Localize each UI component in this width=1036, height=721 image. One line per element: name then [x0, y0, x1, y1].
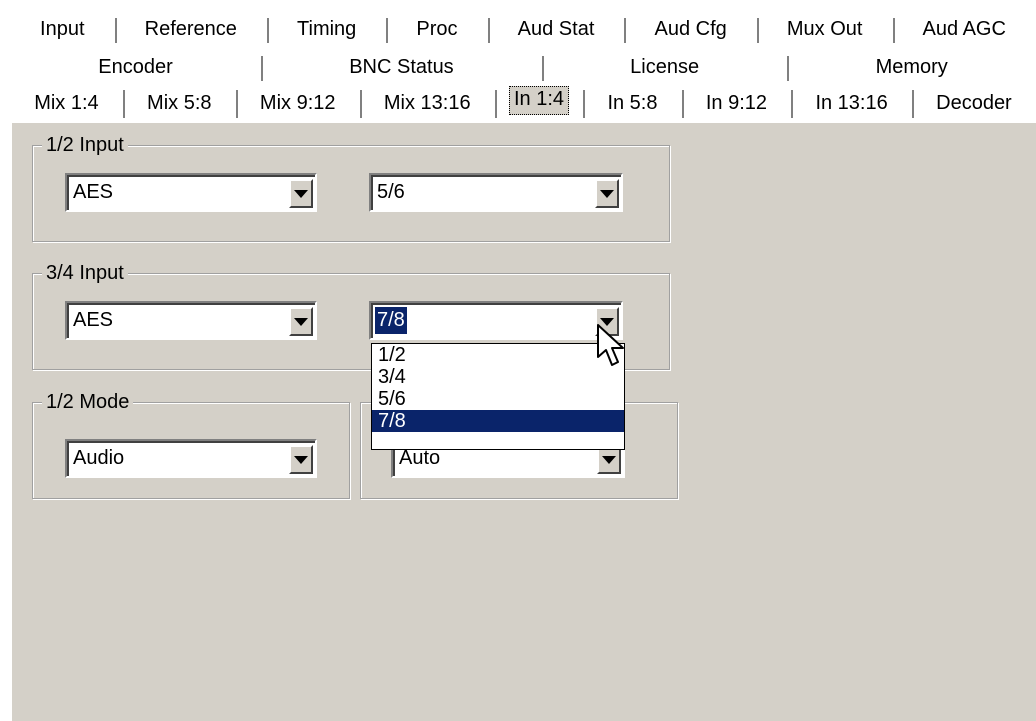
tab-label: Aud AGC [922, 18, 1006, 40]
tab-aud-agc[interactable]: Aud AGC [892, 15, 1036, 44]
tab-aud-stat[interactable]: Aud Stat [487, 15, 625, 44]
dropdown-arrow-button[interactable] [289, 179, 313, 208]
chevron-down-icon [294, 317, 308, 326]
input-1-2-pair-select[interactable]: 5/6 [369, 173, 623, 212]
tab-label: License [630, 56, 700, 78]
dropdown-option-7-8[interactable]: 7/8 [372, 410, 624, 432]
chevron-down-icon [602, 455, 616, 464]
dropdown-arrow-button[interactable] [289, 445, 313, 474]
tab-timing[interactable]: Timing [266, 15, 386, 44]
tab-label: Mix 9:12 [259, 91, 336, 114]
group-legend: 1/2 Mode [42, 390, 134, 414]
tab-label: Mix 1:4 [34, 91, 99, 114]
tab-mix-1-4[interactable]: Mix 1:4 [10, 87, 123, 119]
tab-reference[interactable]: Reference [114, 15, 267, 44]
tab-mix-13-16[interactable]: Mix 13:16 [359, 87, 495, 119]
tab-label: In 1:4 [509, 85, 570, 115]
tab-license[interactable]: License [541, 53, 787, 82]
dropdown-arrow-button[interactable] [595, 179, 619, 208]
tab-mux-out[interactable]: Mux Out [756, 15, 893, 44]
combo-value: Audio [73, 447, 125, 469]
dropdown-option-1-2[interactable]: 1/2 [372, 344, 624, 366]
input-1-2-type-select[interactable]: AES [65, 173, 317, 212]
combo-value: AES [73, 181, 114, 203]
tab-decoder[interactable]: Decoder [911, 87, 1036, 119]
tab-label: Encoder [98, 56, 173, 78]
input-3-4-pair-select[interactable]: 7/8 [369, 301, 623, 340]
tab-encoder[interactable]: Encoder [10, 53, 261, 82]
tab-label: Timing [297, 18, 357, 40]
tab-label: In 13:16 [815, 91, 888, 114]
tab-bnc-status[interactable]: BNC Status [260, 53, 542, 82]
tab-label: Reference [144, 18, 237, 40]
combo-value: AES [73, 309, 114, 331]
tab-row-2: Encoder BNC Status License Memory [10, 53, 1036, 82]
tab-in-13-16[interactable]: In 13:16 [791, 87, 912, 119]
tab-proc[interactable]: Proc [386, 15, 487, 44]
tab-in-1-4[interactable]: In 1:4 [494, 85, 583, 119]
tab-aud-cfg[interactable]: Aud Cfg [624, 15, 756, 44]
chevron-down-icon [600, 189, 614, 198]
dropdown-arrow-button[interactable] [289, 307, 313, 336]
chevron-down-icon [294, 189, 308, 198]
mouse-cursor-icon [597, 324, 624, 366]
tab-memory[interactable]: Memory [787, 53, 1036, 82]
chevron-down-icon [294, 455, 308, 464]
dropdown-option-5-6[interactable]: 5/6 [372, 388, 624, 410]
tab-label: Aud Stat [517, 18, 595, 40]
tab-label: Aud Cfg [654, 18, 727, 40]
tab-in-5-8[interactable]: In 5:8 [583, 87, 681, 119]
tab-mix-9-12[interactable]: Mix 9:12 [235, 87, 360, 119]
input-3-4-type-select[interactable]: AES [65, 301, 317, 340]
tab-label: Decoder [936, 91, 1012, 114]
combo-value: 7/8 [375, 307, 407, 334]
tab-label: Memory [875, 56, 948, 78]
tab-label: Input [40, 18, 85, 40]
tab-in-9-12[interactable]: In 9:12 [681, 87, 792, 119]
tab-label: Mix 13:16 [383, 91, 471, 114]
tab-label: Mix 5:8 [147, 91, 212, 114]
tab-row-3: Mix 1:4 Mix 5:8 Mix 9:12 Mix 13:16 In 1:… [10, 85, 1036, 119]
group-legend: 3/4 Input [42, 261, 128, 285]
mode-1-2-select[interactable]: Audio [65, 439, 317, 478]
tab-mix-5-8[interactable]: Mix 5:8 [122, 87, 236, 119]
tab-label: BNC Status [349, 56, 454, 78]
tab-row-1: Input Reference Timing Proc Aud Stat Aud… [10, 15, 1036, 44]
tab-label: Proc [416, 18, 458, 40]
combo-value: 5/6 [377, 181, 405, 203]
dropdown-option-3-4[interactable]: 3/4 [372, 366, 624, 388]
tab-input[interactable]: Input [10, 15, 115, 44]
pair-dropdown-list: 1/2 3/4 5/6 7/8 [371, 343, 625, 450]
tab-label: Mux Out [786, 18, 863, 40]
tab-label: In 5:8 [607, 91, 658, 114]
group-legend: 1/2 Input [42, 133, 128, 157]
tab-label: In 9:12 [705, 91, 768, 114]
